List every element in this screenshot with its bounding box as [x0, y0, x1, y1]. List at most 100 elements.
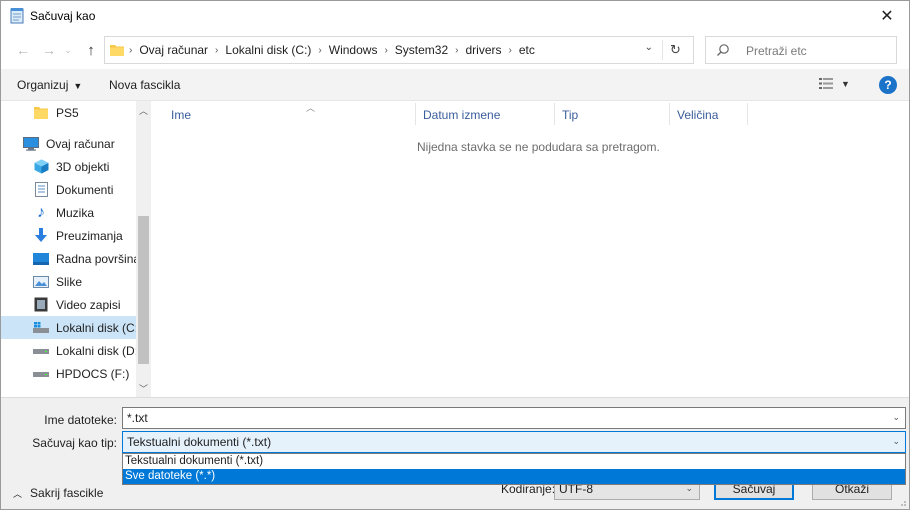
breadcrumb: › Ovaj računar › Lokalni disk (C:) › Win… — [129, 43, 535, 57]
nav-item-hpdocs-f[interactable]: HPDOCS (F:) — [1, 362, 136, 385]
chevron-down-icon[interactable]: ⌄ — [892, 436, 900, 447]
filename-value: *.txt — [127, 411, 148, 425]
nav-item-videos[interactable]: Video zapisi — [1, 293, 136, 316]
window-title: Sačuvaj kao — [30, 9, 96, 23]
column-divider[interactable] — [747, 103, 748, 125]
breadcrumb-item-windows[interactable]: Windows — [329, 43, 378, 57]
caret-down-icon: ▼ — [73, 81, 83, 91]
save-as-type-value: Tekstualni dokumenti (*.txt) — [127, 435, 272, 449]
help-button[interactable]: ? — [879, 76, 897, 94]
arrow-left-icon: ← — [16, 42, 30, 58]
up-button[interactable]: ↑ — [81, 40, 101, 60]
file-list: Ime ︿ Datum izmene Tip Veličina Nijedna … — [151, 101, 909, 397]
breadcrumb-item-local-disk-c[interactable]: Lokalni disk (C:) — [225, 43, 311, 57]
save-as-type-options: Tekstualni dokumenti (*.txt) Sve datotek… — [122, 453, 906, 485]
close-icon: ✕ — [880, 8, 894, 25]
chevron-right-icon: › — [318, 44, 322, 56]
caret-down-icon: ▼ — [841, 78, 850, 89]
forward-button[interactable]: → — [39, 40, 59, 60]
column-divider[interactable] — [415, 103, 416, 125]
resize-grip-icon[interactable] — [897, 497, 907, 507]
scroll-thumb[interactable] — [138, 216, 149, 364]
drive-icon — [33, 366, 49, 382]
navigation-pane: PS5 Ovaj računar 3D objekti Dokumenti ♪ … — [1, 101, 151, 397]
chevron-right-icon: › — [508, 44, 512, 56]
nav-item-pictures[interactable]: Slike — [1, 270, 136, 293]
chevron-right-icon: › — [129, 44, 133, 56]
breadcrumb-item-drivers[interactable]: drivers — [466, 43, 502, 57]
save-as-type-label: Sačuvaj kao tip: — [32, 436, 117, 450]
cube-icon — [33, 159, 49, 175]
breadcrumb-item-etc[interactable]: etc — [519, 43, 535, 57]
pictures-icon — [33, 274, 49, 290]
desktop-icon — [33, 251, 49, 267]
back-button[interactable]: ← — [13, 40, 33, 60]
column-divider[interactable] — [554, 103, 555, 125]
save-as-type-select[interactable]: Tekstualni dokumenti (*.txt) ⌄ — [122, 431, 906, 453]
sort-ascending-icon: ︿ — [306, 103, 316, 113]
column-header-name[interactable]: Ime ︿ — [171, 103, 315, 125]
recent-locations-button[interactable]: ⌄ — [61, 40, 75, 60]
refresh-icon: ↻ — [670, 42, 681, 57]
help-icon: ? — [884, 78, 892, 92]
breadcrumb-item-this-pc[interactable]: Ovaj računar — [139, 43, 208, 57]
chevron-down-icon[interactable]: ⌄ — [892, 412, 900, 423]
nav-item-3d-objects[interactable]: 3D objekti — [1, 155, 136, 178]
arrow-up-icon: ↑ — [87, 41, 95, 59]
column-header-date-modified[interactable]: Datum izmene — [423, 105, 500, 125]
filename-input[interactable]: *.txt ⌄ — [122, 407, 906, 429]
music-icon: ♪ — [37, 203, 45, 221]
search-placeholder: Pretraži etc — [746, 44, 807, 58]
download-icon — [33, 228, 49, 244]
chevron-down-icon: ⌄ — [64, 45, 72, 55]
address-history-dropdown[interactable]: ⌄ — [645, 42, 653, 53]
breadcrumb-item-system32[interactable]: System32 — [395, 43, 448, 57]
filename-label: Ime datoteke: — [44, 413, 117, 427]
scroll-down-icon[interactable]: ﹀ — [136, 381, 151, 395]
folder-icon — [110, 45, 124, 56]
document-icon — [33, 182, 49, 198]
search-box[interactable]: Pretraži etc — [705, 36, 897, 64]
command-bar: Organizuj ▼ Nova fascikla ▼ ? — [1, 69, 909, 101]
nav-item-local-disk-c[interactable]: Lokalni disk (C:) — [1, 316, 142, 339]
close-button[interactable]: ✕ — [865, 1, 909, 31]
nav-item-ps5[interactable]: PS5 — [1, 101, 136, 124]
details-view-icon — [819, 78, 833, 89]
new-folder-button[interactable]: Nova fascikla — [109, 78, 180, 92]
column-header-size[interactable]: Veličina — [677, 105, 718, 125]
column-header-type[interactable]: Tip — [562, 105, 578, 125]
change-view-button[interactable]: ▼ — [819, 78, 850, 89]
organize-button[interactable]: Organizuj ▼ — [17, 78, 82, 92]
nav-item-desktop[interactable]: Radna površina — [1, 247, 140, 270]
nav-item-documents[interactable]: Dokumenti — [1, 178, 136, 201]
refresh-button[interactable]: ↻ — [662, 40, 688, 60]
column-divider[interactable] — [669, 103, 670, 125]
organize-label: Organizuj — [17, 78, 69, 92]
type-option-all-files[interactable]: Sve datoteke (*.*) — [123, 469, 905, 484]
search-icon — [717, 44, 729, 56]
hide-folders-toggle[interactable]: ︿ Sakrij fascikle — [13, 486, 103, 500]
nav-item-this-pc[interactable]: Ovaj računar — [1, 132, 136, 155]
chevron-right-icon: › — [215, 44, 219, 56]
chevron-up-icon: ︿ — [13, 488, 23, 499]
type-option-text-documents[interactable]: Tekstualni dokumenti (*.txt) — [123, 454, 905, 469]
computer-icon — [23, 136, 39, 152]
nav-item-downloads[interactable]: Preuzimanja — [1, 224, 136, 247]
hide-folders-label: Sakrij fascikle — [30, 486, 104, 500]
address-bar[interactable]: › Ovaj računar › Lokalni disk (C:) › Win… — [104, 36, 694, 64]
navigation-row: ← → ⌄ ↑ › Ovaj računar › Lokalni disk (C… — [1, 31, 909, 69]
new-folder-label: Nova fascikla — [109, 78, 181, 92]
folder-icon — [33, 105, 49, 121]
chevron-right-icon: › — [455, 44, 459, 56]
video-icon — [33, 297, 49, 313]
arrow-right-icon: → — [42, 42, 56, 58]
title-bar: Sačuvaj kao ✕ — [1, 1, 909, 31]
nav-item-local-disk-d[interactable]: Lokalni disk (D:) — [1, 339, 142, 362]
scroll-up-icon[interactable]: ︿ — [136, 103, 151, 117]
notepad-icon — [10, 8, 24, 24]
nav-pane-scrollbar[interactable]: ︿ ﹀ — [136, 101, 151, 397]
save-as-dialog: Sačuvaj kao ✕ ← → ⌄ ↑ › Ovaj računar › L… — [0, 0, 910, 510]
empty-folder-message: Nijedna stavka se ne podudara sa pretrag… — [417, 140, 660, 154]
nav-item-music[interactable]: ♪ Muzika — [1, 201, 136, 224]
drive-icon — [33, 343, 49, 359]
